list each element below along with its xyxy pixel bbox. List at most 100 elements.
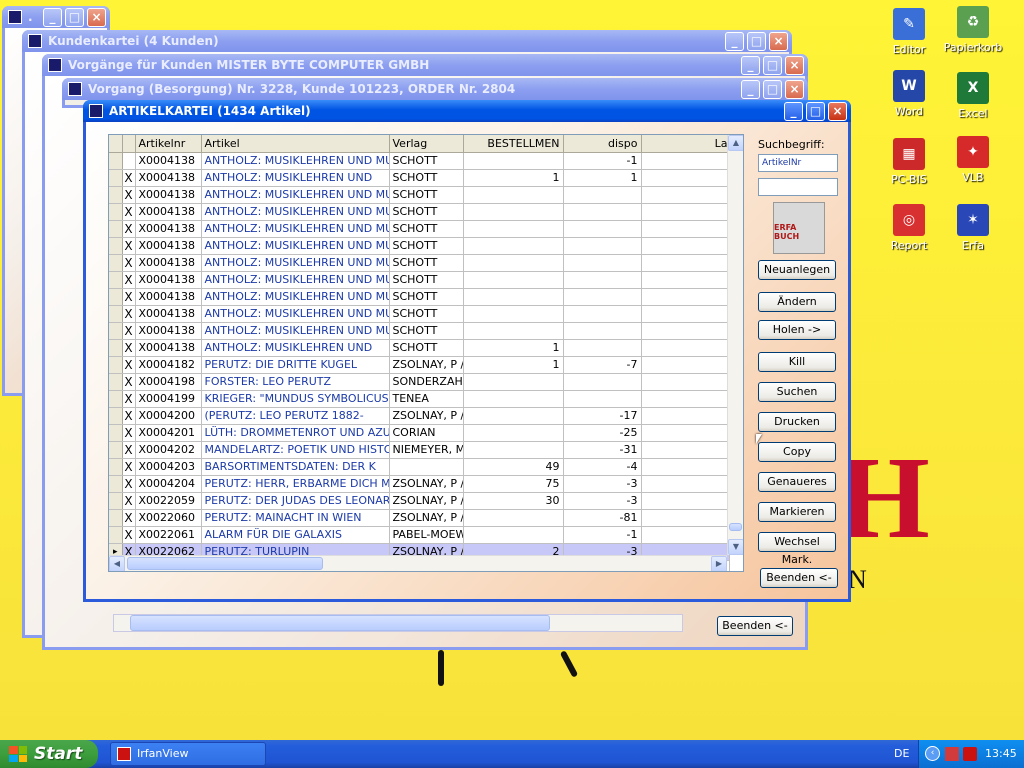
dispo-cell[interactable]: [563, 237, 642, 255]
genaueres-button[interactable]: Genaueres: [758, 472, 836, 492]
verlag-cell[interactable]: SCHOTT: [389, 254, 464, 272]
lager-cell[interactable]: [641, 390, 730, 408]
mark-cell[interactable]: X: [122, 305, 136, 323]
artikel-cell[interactable]: LÜTH: DROMMETENROT UND AZUI: [201, 424, 390, 442]
window-artikelkartei[interactable]: ARTIKELKARTEI (1434 Artikel) _ □ × Artik…: [83, 100, 851, 602]
bestellmen-cell[interactable]: [463, 526, 564, 544]
artikel-cell[interactable]: ANTHOLZ: MUSIKLEHREN UND MU: [201, 237, 390, 255]
maximize-button[interactable]: □: [806, 102, 825, 121]
desktop-icon-editor[interactable]: ✎ Editor: [876, 8, 942, 56]
table-row[interactable]: X0004138 ANTHOLZ: MUSIKLEHREN UND MU SCHOT…: [109, 152, 730, 170]
artikel-cell[interactable]: PERUTZ: DIE DRITTE KUGEL: [201, 356, 390, 374]
row-selector[interactable]: [109, 492, 123, 510]
column-header-lager[interactable]: La: [641, 135, 730, 153]
artikelnr-cell[interactable]: X0004200: [135, 407, 202, 425]
table-row[interactable]: X X0004202 MANDELARTZ: POETIK UND HISTO NIE…: [109, 441, 730, 459]
lager-cell[interactable]: [641, 237, 730, 255]
dispo-cell[interactable]: -1: [563, 152, 642, 170]
verlag-cell[interactable]: SONDERZAHI: [389, 373, 464, 391]
scroll-right-arrow[interactable]: ▶: [711, 556, 727, 571]
mark-cell[interactable]: X: [122, 407, 136, 425]
bestellmen-cell[interactable]: 49: [463, 458, 564, 476]
mark-cell[interactable]: X: [122, 526, 136, 544]
vertical-scrollbar-thumb[interactable]: [729, 523, 742, 531]
verlag-cell[interactable]: NIEMEYER, M: [389, 441, 464, 459]
bestellmen-cell[interactable]: 1: [463, 356, 564, 374]
mark-cell[interactable]: X: [122, 424, 136, 442]
artikel-cell[interactable]: KRIEGER: "MUNDUS SYMBOLICUS": [201, 390, 390, 408]
dispo-cell[interactable]: [563, 186, 642, 204]
artikelnr-cell[interactable]: X0004138: [135, 169, 202, 187]
taskbar-item-irfanview[interactable]: IrfanView: [110, 742, 266, 766]
verlag-cell[interactable]: ZSOLNAY, P /: [389, 475, 464, 493]
table-row[interactable]: X X0022059 PERUTZ: DER JUDAS DES LEONAR ZSO…: [109, 492, 730, 510]
table-row[interactable]: X X0004201 LÜTH: DROMMETENROT UND AZUI CORI…: [109, 424, 730, 442]
bestellmen-cell[interactable]: [463, 271, 564, 289]
bestellmen-cell[interactable]: [463, 407, 564, 425]
bestellmen-cell[interactable]: 1: [463, 339, 564, 357]
artikel-cell[interactable]: PERUTZ: DER JUDAS DES LEONAR: [201, 492, 390, 510]
maximize-button[interactable]: □: [763, 80, 782, 99]
row-selector[interactable]: [109, 237, 123, 255]
titlebar[interactable]: Vorgänge für Kunden MISTER BYTE COMPUTER…: [42, 54, 808, 76]
dispo-cell[interactable]: [563, 339, 642, 357]
dispo-cell[interactable]: -31: [563, 441, 642, 459]
bestellmen-cell[interactable]: [463, 254, 564, 272]
language-indicator[interactable]: DE: [894, 740, 909, 768]
maximize-button[interactable]: □: [65, 8, 84, 27]
artikel-cell[interactable]: ALARM FÜR DIE GALAXIS: [201, 526, 390, 544]
tray-irfanview-icon[interactable]: [963, 747, 977, 761]
table-row[interactable]: X X0022060 PERUTZ: MAINACHT IN WIEN ZSOLNAY…: [109, 509, 730, 527]
artikelnr-cell[interactable]: X0004138: [135, 254, 202, 272]
dispo-cell[interactable]: -25: [563, 424, 642, 442]
close-button[interactable]: ×: [87, 8, 106, 27]
artikelnr-cell[interactable]: X0004138: [135, 271, 202, 289]
column-header-dispo[interactable]: dispo: [563, 135, 642, 153]
bestellmen-cell[interactable]: [463, 237, 564, 255]
horizontal-scrollbar[interactable]: [113, 614, 683, 632]
table-row[interactable]: X X0004198 FORSTER: LEO PERUTZ SONDERZAHI: [109, 373, 730, 391]
beenden-button[interactable]: Beenden <-: [760, 568, 838, 588]
artikelnr-cell[interactable]: X0004138: [135, 288, 202, 306]
titlebar[interactable]: ARTIKELKARTEI (1434 Artikel) _ □ ×: [83, 100, 851, 122]
artikel-cell[interactable]: ANTHOLZ: MUSIKLEHREN UND MU: [201, 305, 390, 323]
row-selector[interactable]: [109, 322, 123, 340]
row-selector[interactable]: [109, 152, 123, 170]
artikelnr-cell[interactable]: X0004138: [135, 305, 202, 323]
artikelnr-cell[interactable]: X0004203: [135, 458, 202, 476]
bestellmen-cell[interactable]: [463, 220, 564, 238]
mark-cell[interactable]: X: [122, 203, 136, 221]
artikel-cell[interactable]: PERUTZ: HERR, ERBARME DICH MI: [201, 475, 390, 493]
column-header-artikelnr[interactable]: Artikelnr: [135, 135, 202, 153]
bestellmen-cell[interactable]: 75: [463, 475, 564, 493]
desktop-icon-papierkorb[interactable]: ♻ Papierkorb: [940, 6, 1006, 54]
drucken-button[interactable]: Drucken: [758, 412, 836, 432]
table-row[interactable]: X X0004204 PERUTZ: HERR, ERBARME DICH MI ZS…: [109, 475, 730, 493]
search-input[interactable]: [758, 178, 838, 196]
mark-cell[interactable]: X: [122, 322, 136, 340]
verlag-cell[interactable]: SCHOTT: [389, 322, 464, 340]
mark-cell[interactable]: X: [122, 373, 136, 391]
verlag-cell[interactable]: TENEA: [389, 390, 464, 408]
row-selector[interactable]: [109, 288, 123, 306]
bestellmen-cell[interactable]: [463, 424, 564, 442]
artikelnr-cell[interactable]: X0004138: [135, 339, 202, 357]
row-selector[interactable]: [109, 407, 123, 425]
lager-cell[interactable]: [641, 356, 730, 374]
dispo-cell[interactable]: -17: [563, 407, 642, 425]
artikelnr-cell[interactable]: X0004138: [135, 220, 202, 238]
mark-cell[interactable]: X: [122, 220, 136, 238]
artikelnr-cell[interactable]: X0004138: [135, 203, 202, 221]
artikelnr-cell[interactable]: X0004138: [135, 152, 202, 170]
desktop-icon-report[interactable]: ◎ Report: [876, 204, 942, 252]
dispo-cell[interactable]: -1: [563, 526, 642, 544]
minimize-button[interactable]: _: [784, 102, 803, 121]
scroll-down-arrow[interactable]: ▼: [728, 539, 743, 555]
lager-cell[interactable]: [641, 339, 730, 357]
scrollbar-thumb[interactable]: [130, 615, 550, 631]
row-selector[interactable]: [109, 509, 123, 527]
row-selector[interactable]: [109, 390, 123, 408]
copy-button[interactable]: Copy: [758, 442, 836, 462]
bestellmen-cell[interactable]: [463, 441, 564, 459]
desktop-icon-erfa[interactable]: ✶ Erfa: [940, 204, 1006, 252]
